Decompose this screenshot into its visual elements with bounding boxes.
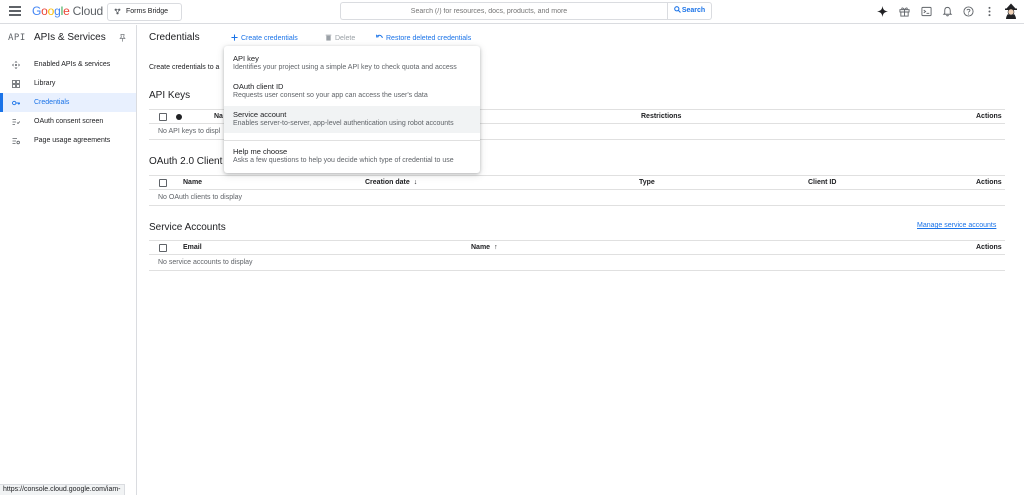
- gift-icon[interactable]: [899, 6, 910, 17]
- api-keys-title: API Keys: [149, 90, 191, 101]
- manage-service-accounts-link[interactable]: Manage service accounts: [917, 222, 996, 229]
- settings-list-icon: [12, 138, 20, 145]
- sidebar-item-credentials[interactable]: Credentials: [0, 93, 136, 112]
- search-button[interactable]: Search: [667, 2, 712, 20]
- key-icon: [12, 100, 20, 106]
- arrow-up-icon: ↑: [494, 244, 498, 251]
- menu-divider: [224, 140, 480, 141]
- select-all-checkbox[interactable]: [159, 179, 167, 187]
- sidebar-item-oauth-consent[interactable]: OAuth consent screen: [0, 112, 136, 131]
- sidebar: API APIs & Services Enabled APIs & servi…: [0, 25, 137, 495]
- move-icon: [12, 61, 20, 69]
- sidebar-item-library[interactable]: Library: [0, 74, 136, 93]
- name-sort[interactable]: Name ↑: [471, 244, 498, 251]
- service-accounts-title: Service Accounts: [149, 222, 226, 233]
- avatar[interactable]: [1003, 3, 1019, 19]
- menu-item-service-account[interactable]: Service account Enables server-to-server…: [224, 106, 480, 133]
- menu-item-help-me-choose[interactable]: Help me choose Asks a few questions to h…: [224, 143, 480, 170]
- oauth-header: Name Creation date ↓ Type Client ID Actio…: [149, 175, 1005, 190]
- cloud-shell-icon[interactable]: [921, 6, 932, 17]
- sidebar-header: API APIs & Services: [0, 28, 137, 48]
- service-accounts-empty: No service accounts to display: [149, 255, 1005, 271]
- page-title: Credentials: [149, 32, 200, 43]
- restore-credentials-button[interactable]: Restore deleted credentials: [376, 34, 471, 42]
- search-icon: [673, 6, 681, 13]
- service-accounts-header: Email Name ↑ Actions: [149, 240, 1005, 255]
- plus-icon: [231, 34, 238, 41]
- sidebar-item-page-usage[interactable]: Page usage agreements: [0, 131, 136, 150]
- project-icon: [114, 8, 121, 15]
- sidebar-item-enabled-apis[interactable]: Enabled APIs & services: [0, 55, 136, 74]
- notifications-icon[interactable]: [942, 6, 953, 17]
- api-logo: API: [8, 33, 26, 43]
- menu-icon[interactable]: [9, 6, 21, 16]
- status-bar-url: https://console.cloud.google.com/iam-: [0, 484, 125, 495]
- intro-text: Create credentials to a: [149, 64, 220, 71]
- oauth-empty: No OAuth clients to display: [149, 190, 1005, 206]
- project-name: Forms Bridge: [126, 8, 169, 15]
- gemini-sparkle-icon[interactable]: [877, 6, 888, 17]
- oauth-title: OAuth 2.0 Client I: [149, 156, 228, 167]
- library-grid-icon: [12, 80, 20, 88]
- search-input[interactable]: [341, 3, 637, 19]
- help-icon[interactable]: [963, 6, 974, 17]
- undo-icon: [376, 34, 383, 39]
- sidebar-title: APIs & Services: [34, 32, 106, 43]
- more-vert-icon[interactable]: [984, 6, 995, 17]
- select-all-checkbox[interactable]: [159, 113, 167, 121]
- top-bar: Google Cloud Forms Bridge Search: [0, 0, 1024, 24]
- status-dot-icon: [176, 114, 182, 120]
- select-all-checkbox[interactable]: [159, 244, 167, 252]
- search-box[interactable]: [340, 2, 667, 20]
- create-credentials-button[interactable]: Create credentials: [231, 34, 298, 42]
- google-cloud-logo[interactable]: Google Cloud: [32, 4, 103, 18]
- trash-icon: [325, 34, 332, 41]
- consent-list-icon: [12, 119, 20, 125]
- arrow-down-icon: ↓: [413, 179, 418, 186]
- project-picker-button[interactable]: Forms Bridge: [107, 3, 182, 21]
- menu-item-api-key[interactable]: API key Identifies your project using a …: [224, 50, 480, 77]
- pin-icon[interactable]: [119, 34, 126, 42]
- menu-item-oauth-client-id[interactable]: OAuth client ID Requests user consent so…: [224, 78, 480, 105]
- create-credentials-menu: API key Identifies your project using a …: [224, 46, 480, 173]
- delete-button[interactable]: Delete: [325, 34, 355, 42]
- creation-date-sort[interactable]: Creation date ↓: [365, 179, 417, 186]
